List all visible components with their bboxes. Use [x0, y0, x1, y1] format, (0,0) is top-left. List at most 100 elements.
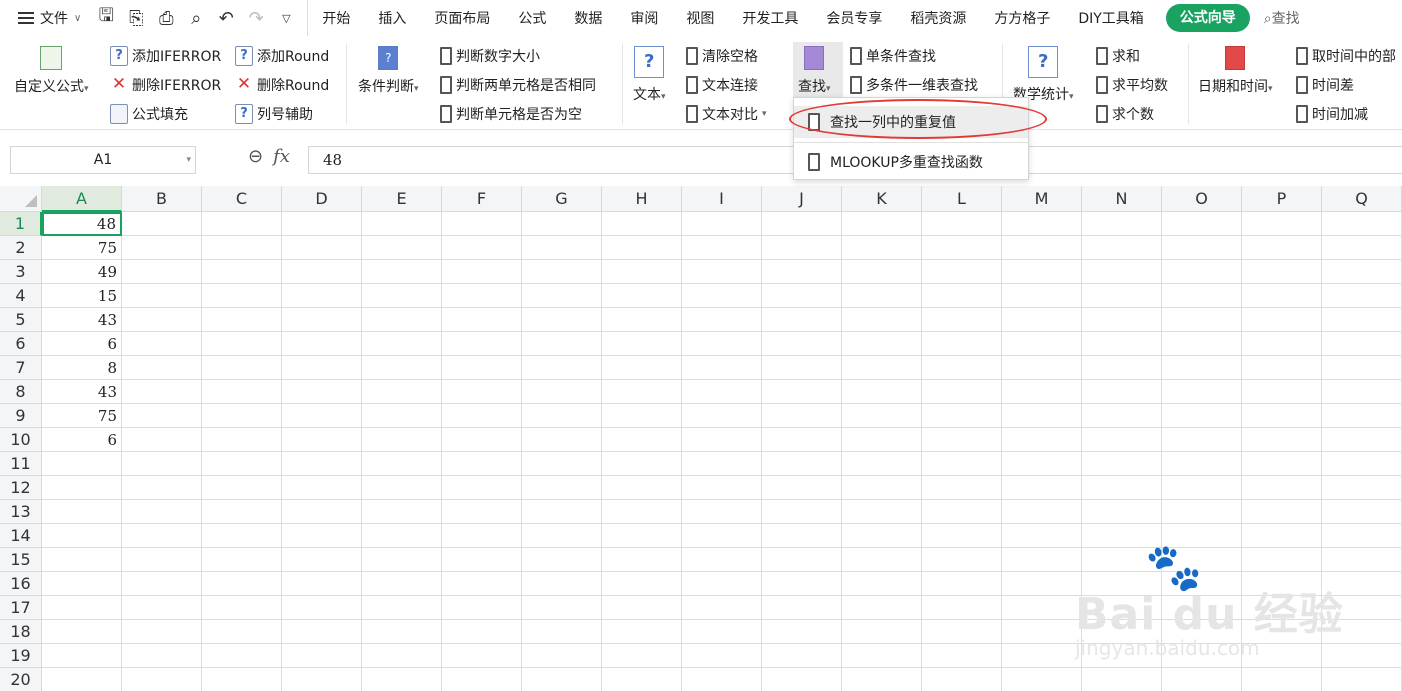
cell[interactable]: [1242, 284, 1322, 308]
cell[interactable]: [362, 572, 442, 596]
cell[interactable]: [762, 596, 842, 620]
cell[interactable]: 6: [42, 428, 122, 452]
cell[interactable]: [1002, 668, 1082, 691]
cell[interactable]: [682, 308, 762, 332]
cell[interactable]: [522, 620, 602, 644]
cell[interactable]: [122, 404, 202, 428]
cell[interactable]: [682, 380, 762, 404]
cell[interactable]: [1322, 404, 1402, 428]
cell[interactable]: [1242, 668, 1322, 691]
cell[interactable]: [1002, 596, 1082, 620]
cell[interactable]: [842, 380, 922, 404]
column-header[interactable]: A: [42, 186, 122, 212]
cell[interactable]: [922, 236, 1002, 260]
cell[interactable]: [202, 332, 282, 356]
cell[interactable]: [362, 596, 442, 620]
judge-two-cells-same-button[interactable]: 判断两单元格是否相同: [440, 75, 596, 95]
cell[interactable]: [602, 428, 682, 452]
cell[interactable]: [442, 236, 522, 260]
cell[interactable]: [1322, 332, 1402, 356]
cell[interactable]: [122, 452, 202, 476]
cell[interactable]: [682, 428, 762, 452]
cell[interactable]: [42, 596, 122, 620]
cell[interactable]: [362, 212, 442, 236]
cell[interactable]: [522, 572, 602, 596]
column-header[interactable]: K: [842, 186, 922, 212]
column-header[interactable]: G: [522, 186, 602, 212]
cell[interactable]: [202, 476, 282, 500]
cell[interactable]: [842, 236, 922, 260]
cell[interactable]: [922, 620, 1002, 644]
cell[interactable]: [42, 644, 122, 668]
cell[interactable]: [842, 620, 922, 644]
cell[interactable]: [922, 212, 1002, 236]
cell[interactable]: [922, 596, 1002, 620]
cell[interactable]: [602, 380, 682, 404]
single-condition-find-button[interactable]: 单条件查找: [850, 46, 936, 66]
cell[interactable]: [1082, 212, 1162, 236]
name-box[interactable]: A1 ▾: [10, 146, 196, 174]
cell[interactable]: [362, 260, 442, 284]
cell[interactable]: [922, 356, 1002, 380]
row-header[interactable]: 12: [0, 476, 42, 500]
cell[interactable]: [202, 212, 282, 236]
cell[interactable]: [842, 596, 922, 620]
cell[interactable]: [1082, 452, 1162, 476]
cell[interactable]: [842, 500, 922, 524]
cell[interactable]: [122, 308, 202, 332]
cell[interactable]: [1082, 284, 1162, 308]
cell[interactable]: [1162, 500, 1242, 524]
cell[interactable]: [842, 260, 922, 284]
cell[interactable]: [42, 476, 122, 500]
clear-spaces-button[interactable]: 清除空格: [686, 46, 758, 66]
row-header[interactable]: 7: [0, 356, 42, 380]
cell[interactable]: [1002, 620, 1082, 644]
cell[interactable]: [1002, 548, 1082, 572]
column-header[interactable]: P: [1242, 186, 1322, 212]
cell[interactable]: [522, 284, 602, 308]
cell[interactable]: [1242, 332, 1322, 356]
cell[interactable]: [522, 452, 602, 476]
cell[interactable]: [122, 476, 202, 500]
column-header[interactable]: Q: [1322, 186, 1402, 212]
cell[interactable]: [442, 548, 522, 572]
cell[interactable]: [522, 332, 602, 356]
cell[interactable]: [362, 236, 442, 260]
delete-round-button[interactable]: ✕ 删除Round: [235, 75, 329, 95]
cell[interactable]: [1242, 452, 1322, 476]
cell[interactable]: [282, 500, 362, 524]
row-header[interactable]: 3: [0, 260, 42, 284]
cell[interactable]: [602, 596, 682, 620]
cell[interactable]: [682, 236, 762, 260]
cell[interactable]: [522, 236, 602, 260]
cell[interactable]: [762, 452, 842, 476]
cell[interactable]: [1322, 380, 1402, 404]
cell[interactable]: [442, 524, 522, 548]
cell[interactable]: [202, 284, 282, 308]
cell[interactable]: [922, 644, 1002, 668]
cell[interactable]: [522, 404, 602, 428]
cell[interactable]: [922, 500, 1002, 524]
time-diff-button[interactable]: 时间差: [1296, 75, 1354, 95]
cell[interactable]: [762, 428, 842, 452]
row-header[interactable]: 19: [0, 644, 42, 668]
column-header[interactable]: O: [1162, 186, 1242, 212]
cell[interactable]: [602, 404, 682, 428]
sum-button[interactable]: 求和: [1096, 46, 1140, 66]
cell[interactable]: [842, 668, 922, 691]
cell[interactable]: [442, 596, 522, 620]
file-menu[interactable]: 文件 ∨: [0, 0, 81, 36]
tab-page-layout[interactable]: 页面布局: [420, 8, 504, 28]
cell[interactable]: [1002, 356, 1082, 380]
column-header[interactable]: N: [1082, 186, 1162, 212]
condition-judge-button[interactable]: ? 条件判断▾: [358, 46, 419, 96]
cell[interactable]: [1322, 212, 1402, 236]
column-header[interactable]: J: [762, 186, 842, 212]
cell[interactable]: [282, 284, 362, 308]
cell[interactable]: [1162, 668, 1242, 691]
cell[interactable]: [602, 236, 682, 260]
cell[interactable]: [1162, 260, 1242, 284]
cell[interactable]: [602, 572, 682, 596]
cell[interactable]: [842, 452, 922, 476]
cell[interactable]: [522, 548, 602, 572]
